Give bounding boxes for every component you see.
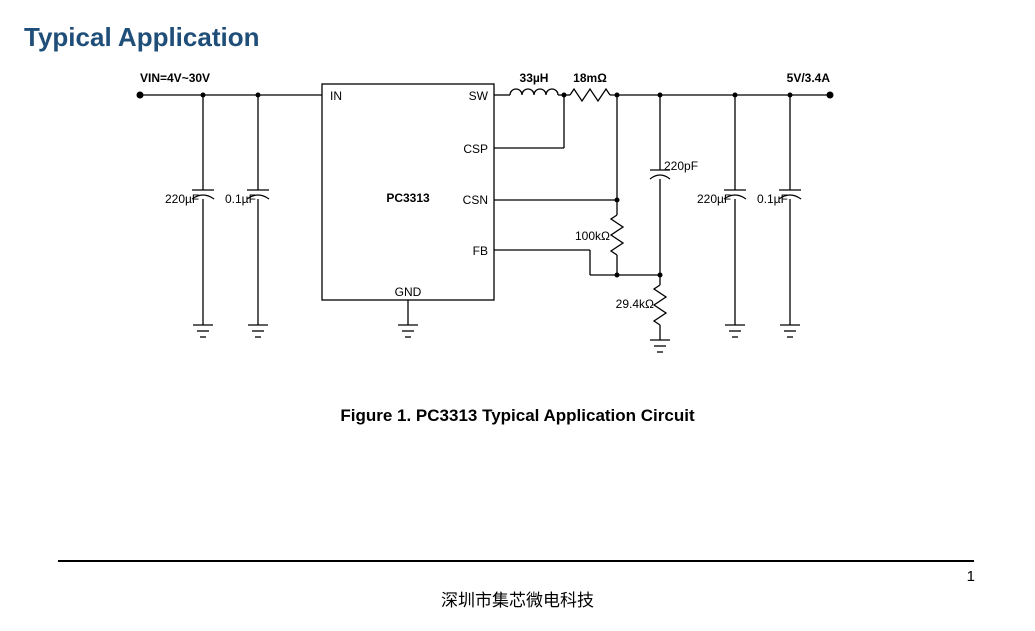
svg-text:0.1µF: 0.1µF [757, 192, 788, 206]
svg-text:18mΩ: 18mΩ [573, 71, 607, 85]
figure-caption: Figure 1. PC3313 Typical Application Cir… [0, 406, 1035, 426]
section-title: Typical Application [0, 0, 1035, 53]
svg-text:5V/3.4A: 5V/3.4A [787, 71, 831, 85]
svg-text:PC3313: PC3313 [386, 191, 430, 205]
svg-text:0.1µF: 0.1µF [225, 192, 256, 206]
svg-text:220µF: 220µF [697, 192, 731, 206]
svg-text:CSN: CSN [463, 193, 488, 207]
footer-divider [58, 560, 974, 562]
svg-text:220pF: 220pF [664, 159, 698, 173]
footer-text: 深圳市集芯微电科技 [0, 586, 1035, 611]
svg-text:SW: SW [469, 89, 489, 103]
page-number: 1 [967, 568, 975, 585]
svg-text:VIN=4V~30V: VIN=4V~30V [140, 71, 210, 85]
svg-text:29.4kΩ: 29.4kΩ [616, 297, 654, 311]
svg-text:33µH: 33µH [520, 71, 549, 85]
svg-text:GND: GND [395, 285, 422, 299]
svg-text:220µF: 220µF [165, 192, 199, 206]
svg-text:100kΩ: 100kΩ [575, 229, 610, 243]
svg-text:IN: IN [330, 89, 342, 103]
svg-text:FB: FB [473, 244, 488, 258]
circuit-diagram: VIN=4V~30V 220µF 0.1µF PC3313 IN SW CSP … [130, 60, 900, 400]
svg-text:CSP: CSP [463, 142, 488, 156]
